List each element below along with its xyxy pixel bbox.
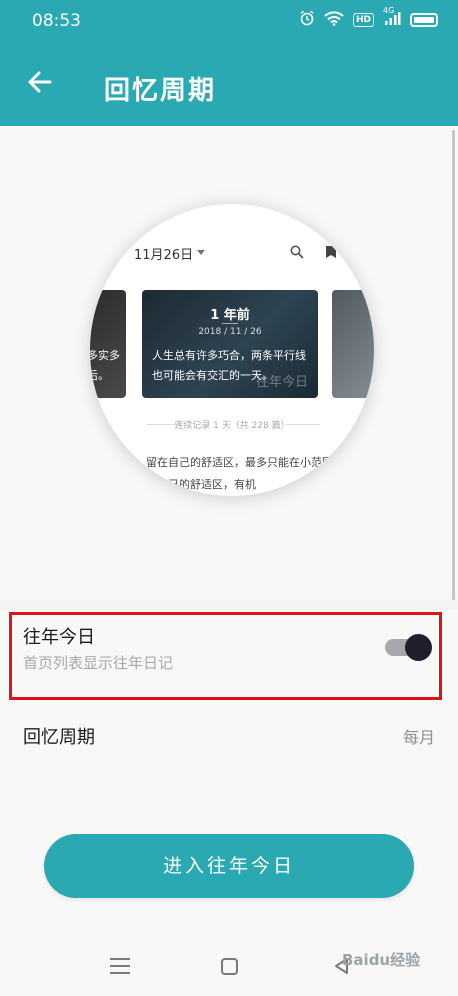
section-divider [0,600,458,610]
page-title: 回忆周期 [104,76,217,106]
home-icon[interactable] [221,958,238,975]
back-arrow-icon[interactable] [24,66,56,98]
preview-card-main: 1 年前 2018 / 11 / 26 人生总有许多巧合，两条平行线也可能会有交… [142,290,318,398]
alarm-icon [299,10,315,30]
preview-card-watermark: 往年今日 [255,375,308,390]
setting-period-value: 每月 [402,728,435,747]
setting-period-title: 回忆周期 [23,727,95,748]
status-time: 08:53 [32,11,81,31]
preview-card-date: 2018 / 11 / 26 [198,327,262,337]
enter-button[interactable]: 进入往年今日 [44,834,414,898]
preview-streak: 连续记录 1 天（共 228 篇） [174,421,290,431]
network-type-label: 4G [383,5,395,15]
preview-date: 11月26日 [134,248,194,263]
preview-status-bar [142,216,322,228]
search-icon [290,244,304,259]
menu-icon[interactable] [110,958,130,974]
preview-card-divider [222,323,238,324]
status-bar: 08:53 HD 4G [0,0,458,44]
preview-card-right [332,290,374,398]
preview-card-left-text: 多实多 后。 [90,349,120,382]
preview-streak-line-right [286,424,320,425]
scrollbar[interactable] [452,130,455,600]
battery-icon [410,13,438,27]
wifi-icon [324,10,344,30]
bookmark-icon [326,246,336,258]
preview-illustration: 11月26日 多实多 后。 1 年前 2018 / 11 / 26 人生总有许多… [90,204,374,496]
chevron-down-icon [197,250,205,255]
app-bar: 回忆周期 [0,44,458,126]
hd-icon: HD [352,13,374,27]
preview-paragraph: 留在自己的舒适区，最多只能在小范围而拓展自己的舒适区，有机 [146,456,355,491]
preview-years-ago: 1 年前 [210,308,250,323]
preview-card-left: 多实多 后。 [90,290,126,398]
highlight-box [9,612,442,700]
setting-period-row[interactable]: 回忆周期 每月 [0,706,458,762]
baidu-watermark: Baidu经验 [342,951,421,969]
status-icons: HD 4G [299,6,438,30]
signal-icon: 4G [383,6,401,30]
